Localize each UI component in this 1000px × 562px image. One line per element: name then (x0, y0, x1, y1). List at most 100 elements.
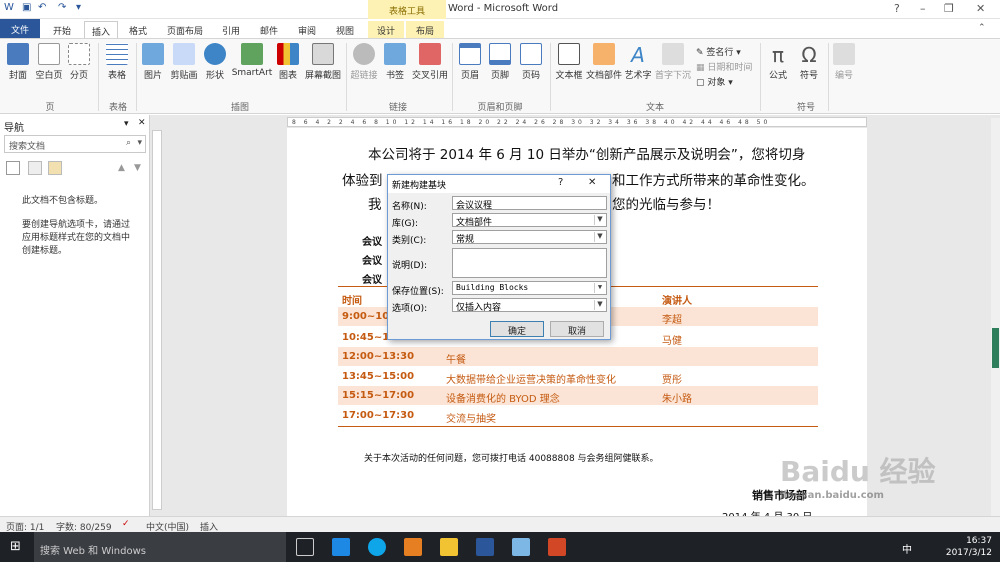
header-button[interactable]: 页眉 (456, 43, 484, 81)
blank-page-button[interactable]: 空白页 (34, 43, 64, 81)
tab-format[interactable]: 格式 (120, 21, 156, 38)
vertical-scrollbar[interactable] (991, 118, 1000, 516)
nav-search-input[interactable]: 搜索文档 ⌕ ▾ (4, 135, 146, 153)
tab-file[interactable]: 文件 (0, 19, 40, 38)
save-in-select[interactable]: Building Blocks ▼ (452, 281, 607, 295)
tab-mailings[interactable]: 邮件 (252, 21, 286, 38)
close-button[interactable]: ✕ (976, 2, 985, 15)
cancel-button[interactable]: 取消 (550, 321, 604, 337)
tab-home[interactable]: 开始 (44, 21, 80, 38)
horizontal-ruler[interactable]: 8 6 4 2 2 4 6 8 10 12 14 16 18 20 22 24 … (287, 117, 867, 127)
shapes-button[interactable]: 形状 (202, 43, 228, 81)
ime-indicator[interactable]: 中 (902, 541, 912, 556)
next-result-icon[interactable]: ▼ (134, 163, 141, 173)
equation-button[interactable]: π 公式 (764, 43, 792, 81)
edge-icon[interactable] (332, 538, 350, 556)
drop-cap-button[interactable]: 首字下沉 (654, 43, 692, 81)
save-icon[interactable]: ▣ (22, 2, 31, 13)
minimize-button[interactable]: – (920, 2, 926, 15)
page-number-button[interactable]: 页码 (516, 43, 546, 81)
numbering-button[interactable]: 编号 (830, 43, 858, 81)
wordart-button[interactable]: A 艺术字 (624, 43, 652, 81)
help-button[interactable]: ? (894, 2, 900, 15)
clip-art-button[interactable]: 剪贴画 (168, 43, 200, 81)
taskbar-clock[interactable]: 16:37 2017/3/12 (946, 535, 992, 559)
undo-icon[interactable]: ↶ (38, 2, 46, 13)
pages-tab-icon[interactable] (28, 161, 42, 175)
category-select[interactable]: 常规 ▼ (452, 230, 607, 245)
chart-button[interactable]: 图表 (276, 43, 300, 81)
footer-icon (489, 43, 511, 65)
tab-review[interactable]: 审阅 (290, 21, 324, 38)
gallery-select[interactable]: 文档部件 ▼ (452, 213, 607, 228)
signature-line-item[interactable]: ✎ 签名行 ▾ (696, 45, 741, 58)
browser-icon[interactable] (368, 538, 386, 556)
nav-no-headings-text: 此文档不包含标题。 (22, 196, 104, 206)
ribbon-collapse-icon[interactable]: ⌃ (978, 23, 986, 33)
taskbar-search-box[interactable]: 搜索 Web 和 Windows (34, 532, 286, 562)
vertical-ruler[interactable] (152, 130, 162, 510)
text-box-button[interactable]: 文本框 (554, 43, 584, 81)
chevron-down-icon: ▼ (594, 215, 605, 225)
table-row: 12:00~13:30 午餐 (338, 347, 818, 366)
prev-result-icon[interactable]: ▲ (118, 163, 125, 173)
tab-insert[interactable]: 插入 (84, 21, 118, 38)
description-label: 说明(D): (392, 261, 427, 271)
screenshot-button[interactable]: 屏幕截图 (302, 43, 344, 81)
powerpoint-taskbar-icon[interactable] (548, 538, 566, 556)
file-explorer-icon[interactable] (440, 538, 458, 556)
scrollbar-thumb[interactable] (992, 328, 999, 368)
picture-button[interactable]: 图片 (140, 43, 166, 81)
tab-references[interactable]: 引用 (214, 21, 248, 38)
dialog-help-button[interactable]: ? (558, 177, 563, 188)
options-select[interactable]: 仅插入内容 ▼ (452, 298, 607, 313)
description-field[interactable] (452, 248, 607, 278)
table-bottom-border (338, 426, 818, 427)
hyperlink-button[interactable]: 超链接 (348, 43, 380, 81)
quick-parts-button[interactable]: 文档部件 (586, 43, 622, 81)
tab-page-layout[interactable]: 页面布局 (160, 21, 210, 38)
redo-icon[interactable]: ↷ (58, 2, 66, 13)
search-icon[interactable]: ⌕ (126, 138, 131, 148)
proofing-icon[interactable]: ✓ (122, 519, 130, 529)
date-time-item[interactable]: ▦ 日期和时间 (696, 60, 752, 73)
word-taskbar-icon[interactable] (476, 538, 494, 556)
task-view-icon[interactable] (296, 538, 314, 556)
tab-design[interactable]: 设计 (368, 21, 404, 38)
results-tab-icon[interactable] (48, 161, 62, 175)
windows-start-icon[interactable]: ⊞ (10, 539, 21, 554)
page-break-button[interactable]: 分页 (66, 43, 92, 81)
object-item[interactable]: ▢ 对象 ▾ (696, 75, 733, 88)
cross-reference-button[interactable]: 交叉引用 (410, 43, 450, 81)
dialog-titlebar[interactable]: 新建构建基块 ? ✕ (388, 175, 610, 193)
title-bar: W ▣ ↶ ↷ ▾ 表格工具 Word - Microsoft Word ? –… (0, 0, 1000, 19)
group-separator (760, 43, 761, 111)
picture-icon (142, 43, 164, 65)
headings-tab-icon[interactable] (6, 161, 20, 175)
smartart-button[interactable]: SmartArt (230, 43, 274, 78)
cover-page-icon (7, 43, 29, 65)
meeting-label-1: 会议 (362, 237, 382, 248)
group-label-text: 文本 (645, 103, 664, 113)
table-row: 13:45~15:00 大数据带给企业运营决策的革命性变化 贾彤 (342, 371, 682, 386)
fox-app-icon[interactable] (404, 538, 422, 556)
search-dropdown-icon[interactable]: ▾ (137, 138, 142, 148)
bookmark-button[interactable]: 书签 (382, 43, 408, 81)
name-field[interactable]: 会议议程 (452, 196, 607, 211)
shapes-icon (204, 43, 226, 65)
tab-view[interactable]: 视图 (328, 21, 362, 38)
symbol-button[interactable]: Ω 符号 (794, 43, 824, 81)
restore-button[interactable]: ❐ (944, 2, 954, 15)
nav-pane-close-icon[interactable]: ✕ (138, 118, 146, 128)
table-button[interactable]: 表格 (102, 43, 132, 81)
page-number-icon (520, 43, 542, 65)
cover-page-button[interactable]: 封面 (4, 43, 32, 81)
tab-layout[interactable]: 布局 (406, 21, 444, 38)
dialog-close-button[interactable]: ✕ (588, 177, 596, 188)
customize-qat-icon[interactable]: ▾ (76, 2, 81, 13)
ok-button[interactable]: 确定 (490, 321, 544, 337)
footer-button[interactable]: 页脚 (486, 43, 514, 81)
nav-pane-menu-icon[interactable]: ▾ (124, 119, 129, 129)
new-building-block-dialog[interactable]: 新建构建基块 ? ✕ 名称(N): 会议议程 库(G): 文档部件 ▼ 类别(C)… (387, 174, 611, 340)
app-taskbar-icon[interactable] (512, 538, 530, 556)
